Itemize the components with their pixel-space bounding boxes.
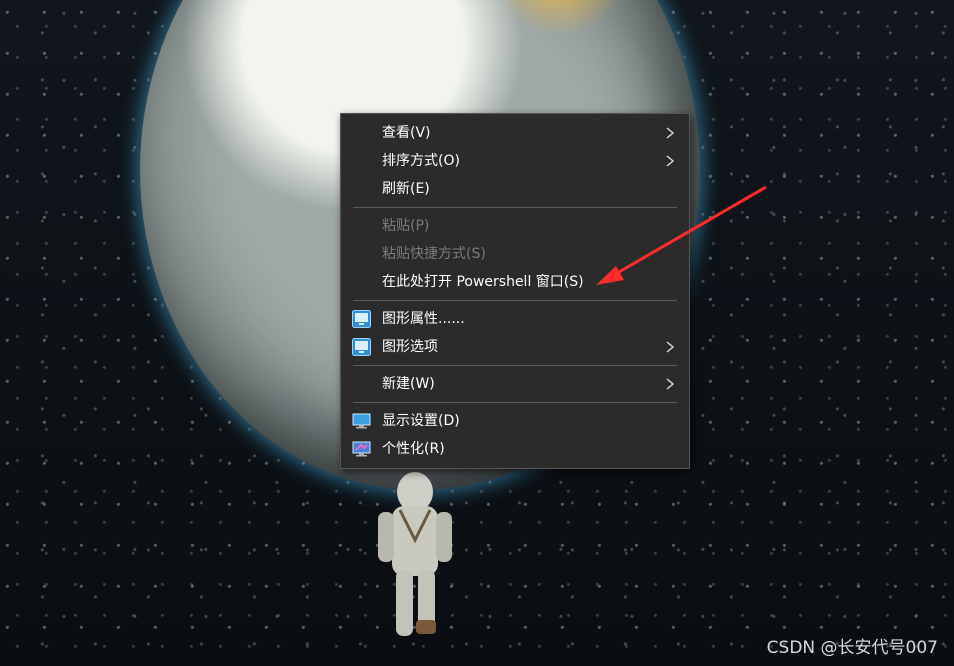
menu-item-refresh[interactable]: 刷新(E) [341,175,689,203]
menu-item-view[interactable]: 查看(V) [341,119,689,147]
menu-item-sort-label: 排序方式(O) [382,153,460,169]
menu-item-refresh-label: 刷新(E) [382,181,430,197]
menu-item-display-settings-label: 显示设置(D) [382,413,460,429]
menu-separator [353,365,677,366]
monitor-icon [352,413,371,429]
chevron-right-icon [666,341,675,353]
chevron-right-icon [666,127,675,139]
menu-item-paste-shortcut: 粘贴快捷方式(S) [341,240,689,268]
menu-item-open-powershell[interactable]: 在此处打开 Powershell 窗口(S) [341,268,689,296]
intel-graphics-icon [352,338,371,356]
menu-item-graphics-properties[interactable]: 图形属性...... [341,305,689,333]
menu-item-personalize-label: 个性化(R) [382,441,445,457]
intel-graphics-icon [352,310,371,328]
menu-item-display-settings[interactable]: 显示设置(D) [341,407,689,435]
menu-item-graphics-options[interactable]: 图形选项 [341,333,689,361]
astronaut-image [378,472,452,636]
menu-item-sort[interactable]: 排序方式(O) [341,147,689,175]
menu-item-new-label: 新建(W) [382,376,435,392]
menu-item-view-label: 查看(V) [382,125,431,141]
chevron-right-icon [666,155,675,167]
menu-item-new[interactable]: 新建(W) [341,370,689,398]
menu-separator [353,207,677,208]
menu-item-personalize[interactable]: 个性化(R) [341,435,689,463]
menu-item-paste-shortcut-label: 粘贴快捷方式(S) [382,246,486,262]
menu-item-open-powershell-label: 在此处打开 Powershell 窗口(S) [382,274,584,290]
menu-item-paste-label: 粘贴(P) [382,218,430,234]
menu-separator [353,402,677,403]
menu-item-graphics-options-label: 图形选项 [382,339,438,355]
desktop-context-menu: 查看(V) 排序方式(O) 刷新(E) 粘贴(P) 粘贴快捷方式(S) 在此处打… [340,113,690,469]
menu-separator [353,300,677,301]
menu-item-graphics-properties-label: 图形属性...... [382,311,465,327]
watermark: CSDN @长安代号007 [766,638,938,658]
menu-item-paste: 粘贴(P) [341,212,689,240]
chevron-right-icon [666,378,675,390]
personalize-icon [352,441,371,457]
